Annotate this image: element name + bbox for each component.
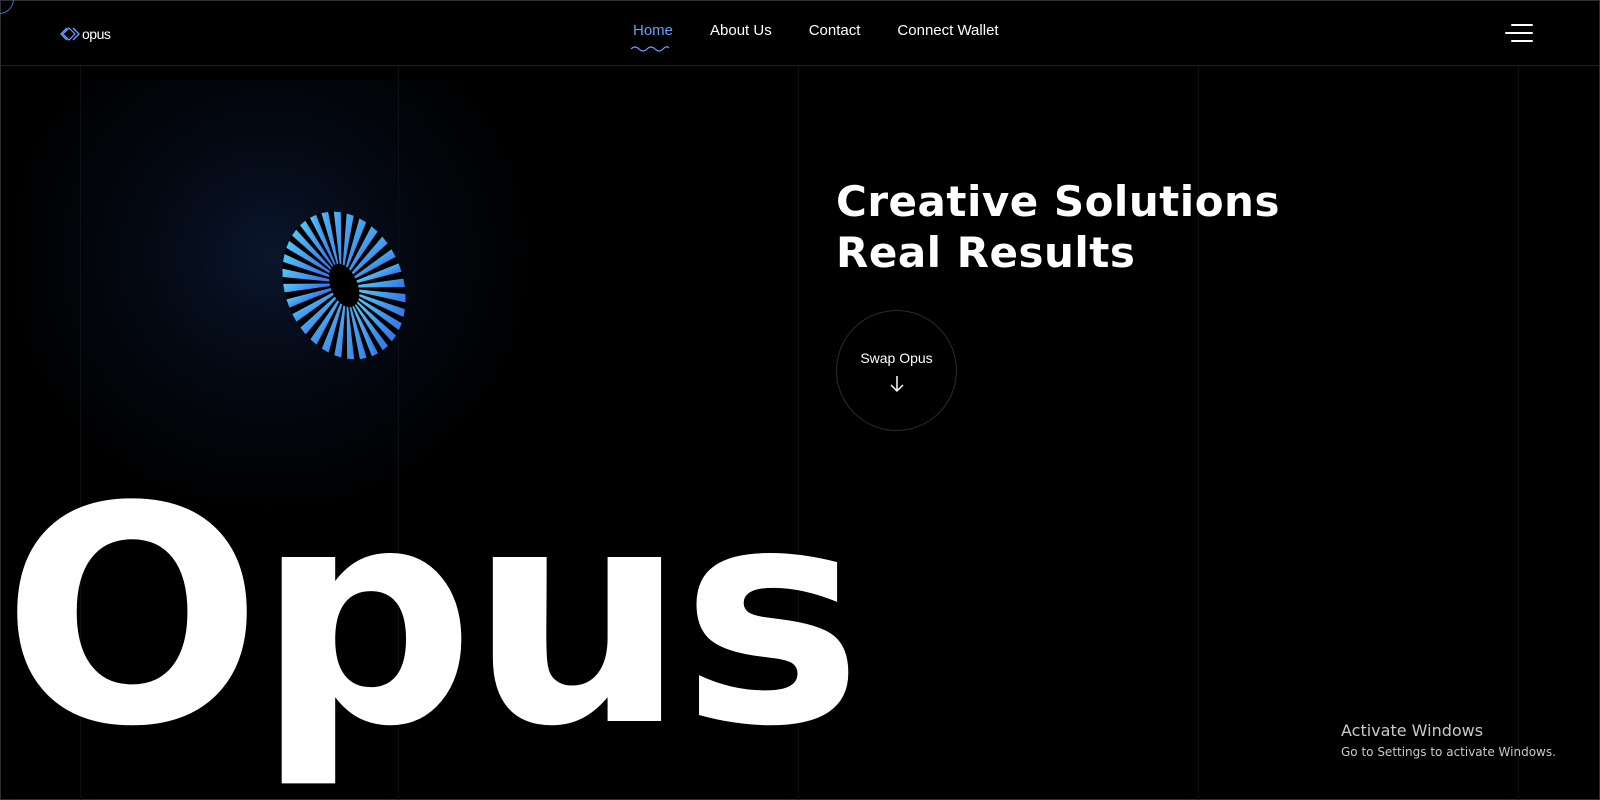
windows-activation-watermark: Activate Windows Go to Settings to activ… bbox=[1341, 721, 1556, 761]
nav-item-label: About Us bbox=[710, 22, 772, 39]
swap-button-label: Swap Opus bbox=[860, 350, 933, 366]
active-underline-wave bbox=[630, 46, 670, 52]
hamburger-menu-icon[interactable] bbox=[1505, 22, 1533, 44]
arrow-down-icon bbox=[890, 376, 904, 393]
grid-line bbox=[1518, 66, 1519, 800]
nav-item-label: Home bbox=[633, 22, 674, 39]
hero-big-word: Opus bbox=[2, 443, 863, 792]
hero-headline: Creative Solutions Real Results bbox=[836, 176, 1280, 278]
logo-text: opus bbox=[82, 26, 111, 42]
nav-item-about-us[interactable]: About Us bbox=[710, 22, 772, 52]
logo-icon bbox=[60, 27, 80, 41]
headline-line-1: Creative Solutions bbox=[836, 177, 1280, 226]
swap-opus-button[interactable]: Swap Opus bbox=[836, 310, 957, 431]
nav-item-label: Contact bbox=[808, 22, 861, 39]
activation-subtitle: Go to Settings to activate Windows. bbox=[1341, 745, 1556, 759]
headline-line-2: Real Results bbox=[836, 228, 1136, 277]
main-nav: Home About Us Contact Connect Wallet bbox=[630, 22, 1036, 52]
nav-item-contact[interactable]: Contact bbox=[809, 22, 861, 52]
striped-torus-graphic bbox=[282, 211, 406, 360]
nav-item-home[interactable]: Home bbox=[630, 22, 674, 52]
site-header: opus Home About Us Contact Connect Walle… bbox=[0, 0, 1600, 66]
logo-link[interactable]: opus bbox=[60, 24, 111, 44]
nav-item-label: Connect Wallet bbox=[897, 22, 999, 39]
nav-item-connect-wallet[interactable]: Connect Wallet bbox=[897, 22, 998, 52]
activation-title: Activate Windows bbox=[1341, 721, 1484, 740]
